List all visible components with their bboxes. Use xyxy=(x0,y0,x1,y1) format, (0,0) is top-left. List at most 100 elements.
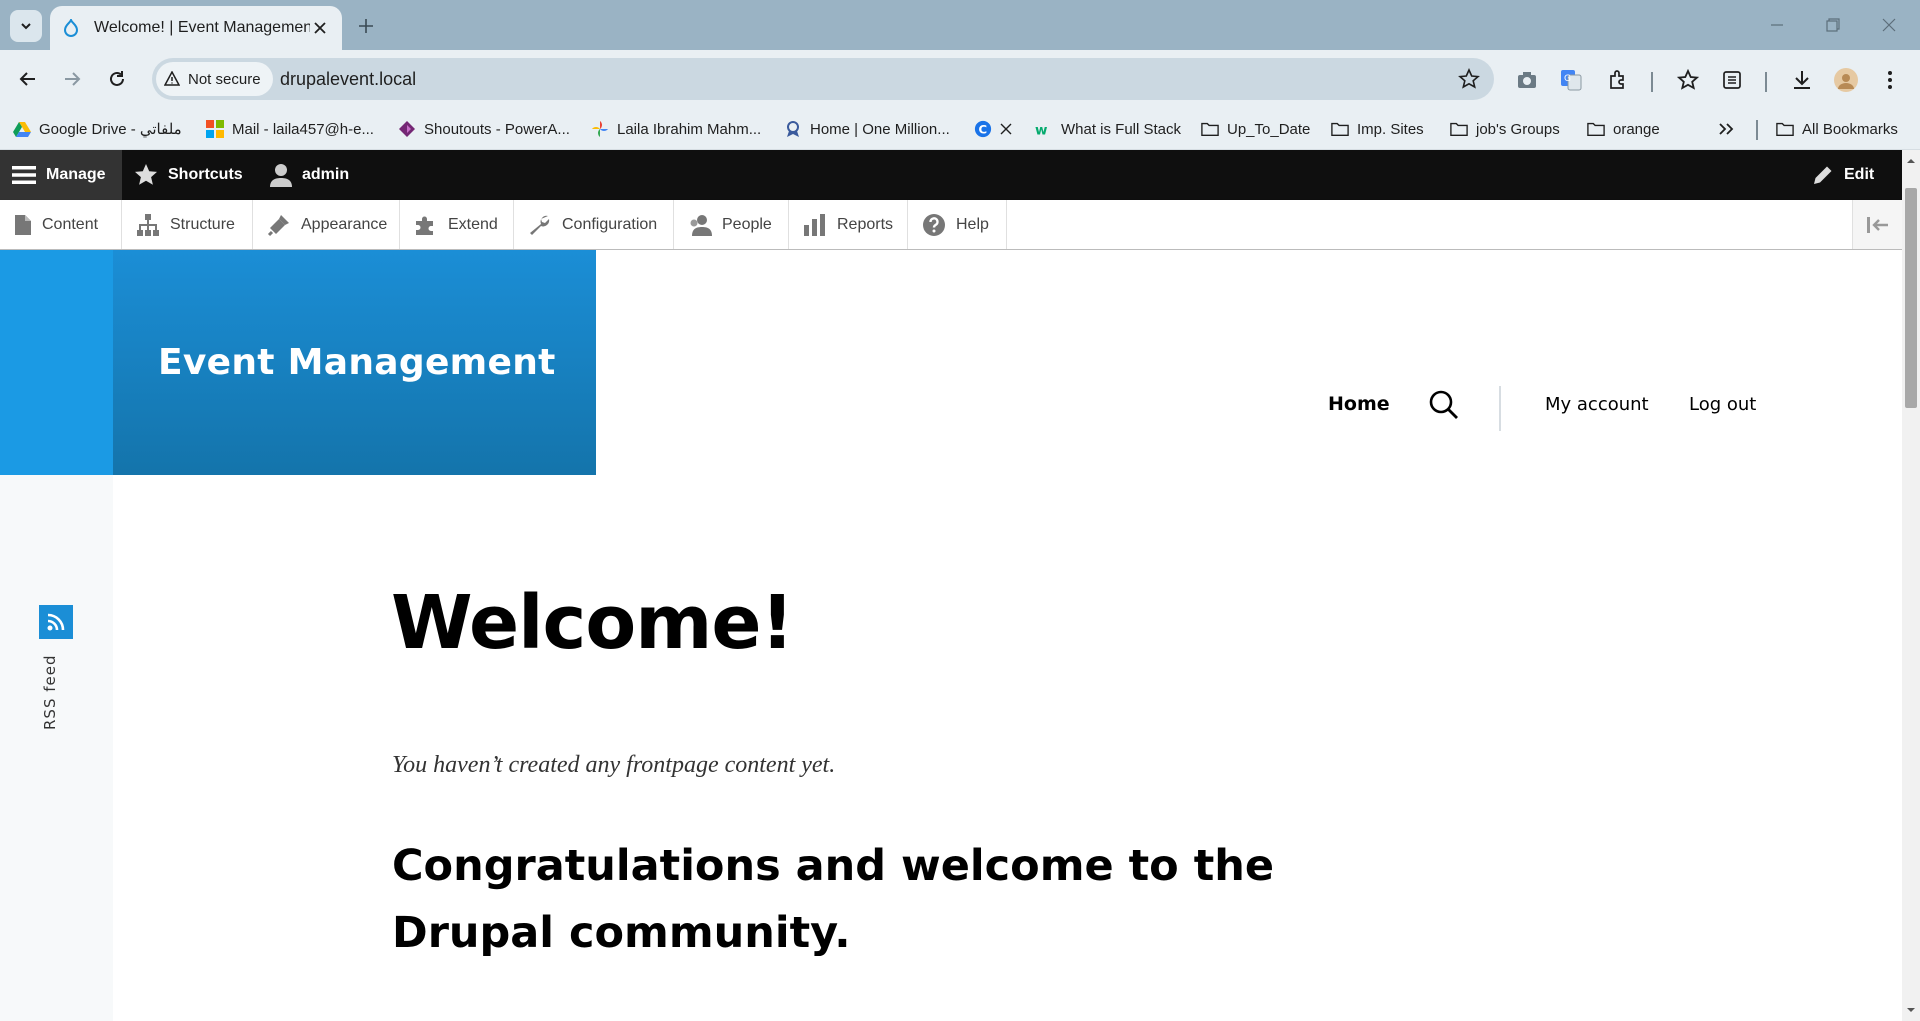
user-label: admin xyxy=(302,166,350,183)
more-bookmarks-button[interactable] xyxy=(1718,116,1734,142)
close-tab-icon[interactable] xyxy=(310,18,330,38)
admin-tray: Content Structure Appearance Extend Conf… xyxy=(0,200,1902,250)
bar-chart-icon xyxy=(803,213,827,237)
question-icon xyxy=(922,213,946,237)
tray-item-reports[interactable]: Reports xyxy=(789,200,908,249)
tray-item-help[interactable]: Help xyxy=(908,200,1007,249)
page-scrollbar[interactable] xyxy=(1902,150,1920,1021)
site-name[interactable]: Event Management xyxy=(158,342,556,383)
scroll-thumb[interactable] xyxy=(1905,188,1917,408)
microsoft-icon xyxy=(206,120,224,138)
browser-menu-icon[interactable] xyxy=(1878,68,1902,92)
pencil-icon xyxy=(1812,164,1834,186)
svg-text:w: w xyxy=(1035,122,1047,137)
search-button[interactable] xyxy=(1428,389,1460,421)
bookmark-google-drive[interactable]: Google Drive - ملفاتي xyxy=(13,116,182,142)
bookmark-folder-orange[interactable]: orange xyxy=(1587,116,1660,142)
user-icon xyxy=(270,163,292,187)
arrow-right-icon xyxy=(65,72,81,86)
bookmark-full-stack[interactable]: w What is Full Stack xyxy=(1035,116,1181,142)
arrow-left-icon xyxy=(19,72,35,86)
manage-button[interactable]: Manage xyxy=(0,150,122,200)
folder-icon xyxy=(1776,120,1794,138)
tray-item-structure[interactable]: Structure xyxy=(122,200,253,249)
security-indicator[interactable]: Not secure xyxy=(156,62,273,96)
url-text[interactable]: drupalevent.local xyxy=(280,69,416,90)
plus-icon xyxy=(359,19,373,33)
all-bookmarks-button[interactable]: All Bookmarks xyxy=(1776,116,1898,142)
bookmark-folder-up-to-date[interactable]: Up_To_Date xyxy=(1201,116,1310,142)
tray-item-content[interactable]: Content xyxy=(0,200,122,249)
tray-item-configuration[interactable]: Configuration xyxy=(514,200,674,249)
shortcuts-button[interactable]: Shortcuts xyxy=(122,150,255,200)
powerapps-icon xyxy=(398,120,416,138)
bookmark-folder-imp-sites[interactable]: Imp. Sites xyxy=(1331,116,1424,142)
puzzle-icon xyxy=(414,213,438,237)
person-icon xyxy=(688,213,712,237)
camera-icon[interactable] xyxy=(1515,68,1539,92)
extensions-puzzle-icon[interactable] xyxy=(1606,68,1630,92)
hamburger-icon xyxy=(12,165,36,185)
search-icon xyxy=(1429,390,1458,419)
paintbrush-icon xyxy=(267,213,291,237)
site-header xyxy=(596,250,1902,475)
manage-label: Manage xyxy=(46,166,106,183)
minimize-icon xyxy=(1771,24,1783,26)
rss-feed-label[interactable]: RSS feed xyxy=(41,650,59,731)
log-out-link[interactable]: Log out xyxy=(1689,394,1756,415)
scroll-down-icon[interactable] xyxy=(1906,1005,1916,1015)
edit-label: Edit xyxy=(1844,166,1875,183)
forward-button[interactable] xyxy=(57,64,87,94)
security-label: Not secure xyxy=(188,70,261,88)
tray-item-extend[interactable]: Extend xyxy=(400,200,514,249)
bookmark-star-icon[interactable] xyxy=(1458,68,1480,90)
bookmark-one-million[interactable]: Home | One Million... xyxy=(784,116,950,142)
minimize-button[interactable] xyxy=(1762,12,1792,38)
nav-home-link[interactable]: Home xyxy=(1328,393,1390,415)
close-icon xyxy=(1882,18,1896,32)
tray-item-people[interactable]: People xyxy=(674,200,789,249)
user-button[interactable]: admin xyxy=(258,150,361,200)
back-button[interactable] xyxy=(13,64,43,94)
close-icon[interactable] xyxy=(1000,123,1012,135)
bookmark-mail[interactable]: Mail - laila457@h-e... xyxy=(206,116,374,142)
tab-search-button[interactable] xyxy=(10,10,42,42)
reload-button[interactable] xyxy=(102,64,132,94)
warning-triangle-icon xyxy=(164,71,180,86)
address-bar[interactable]: Not secure drupalevent.local xyxy=(152,58,1494,100)
bookmark-c-logo[interactable]: C xyxy=(974,116,1012,142)
tray-item-appearance[interactable]: Appearance xyxy=(253,200,400,249)
reading-list-icon[interactable] xyxy=(1720,68,1744,92)
page-title: Welcome! xyxy=(391,580,794,666)
header-accent xyxy=(0,250,113,475)
rss-feed-icon[interactable] xyxy=(39,605,73,639)
folder-icon xyxy=(1331,120,1349,138)
download-icon[interactable] xyxy=(1790,68,1814,92)
restore-icon xyxy=(1826,18,1840,32)
chevron-down-icon xyxy=(21,23,31,30)
my-account-link[interactable]: My account xyxy=(1545,394,1649,415)
collapse-left-icon xyxy=(1866,216,1888,233)
shortcuts-label: Shortcuts xyxy=(168,166,243,183)
empty-content-message: You haven’t created any frontpage conten… xyxy=(392,752,836,778)
close-window-button[interactable] xyxy=(1874,12,1904,38)
folder-icon xyxy=(1450,120,1468,138)
restore-button[interactable] xyxy=(1818,12,1848,38)
profile-avatar[interactable] xyxy=(1834,68,1858,92)
bookmark-shoutouts[interactable]: Shoutouts - PowerA... xyxy=(398,116,570,142)
edit-button[interactable]: Edit xyxy=(1800,150,1886,200)
browser-tab-active[interactable]: Welcome! | Event Management xyxy=(50,6,342,50)
bookmark-folder-jobs-groups[interactable]: job's Groups xyxy=(1450,116,1560,142)
favorites-star-icon[interactable] xyxy=(1676,68,1700,92)
site-branding[interactable]: Event Management xyxy=(113,250,596,475)
bookmark-laila[interactable]: Laila Ibrahim Mahm... xyxy=(591,116,761,142)
google-translate-icon[interactable]: G xyxy=(1559,68,1583,92)
c-logo-icon: C xyxy=(974,120,992,138)
toolbar-separator xyxy=(1765,72,1767,92)
scroll-up-icon[interactable] xyxy=(1906,156,1916,166)
bookmarks-bar: Google Drive - ملفاتي Mail - laila457@h-… xyxy=(0,108,1920,150)
browser-toolbar: Not secure drupalevent.local G xyxy=(0,50,1920,108)
tray-orientation-toggle[interactable] xyxy=(1852,200,1902,249)
google-drive-icon xyxy=(13,120,31,138)
new-tab-button[interactable] xyxy=(352,12,380,40)
